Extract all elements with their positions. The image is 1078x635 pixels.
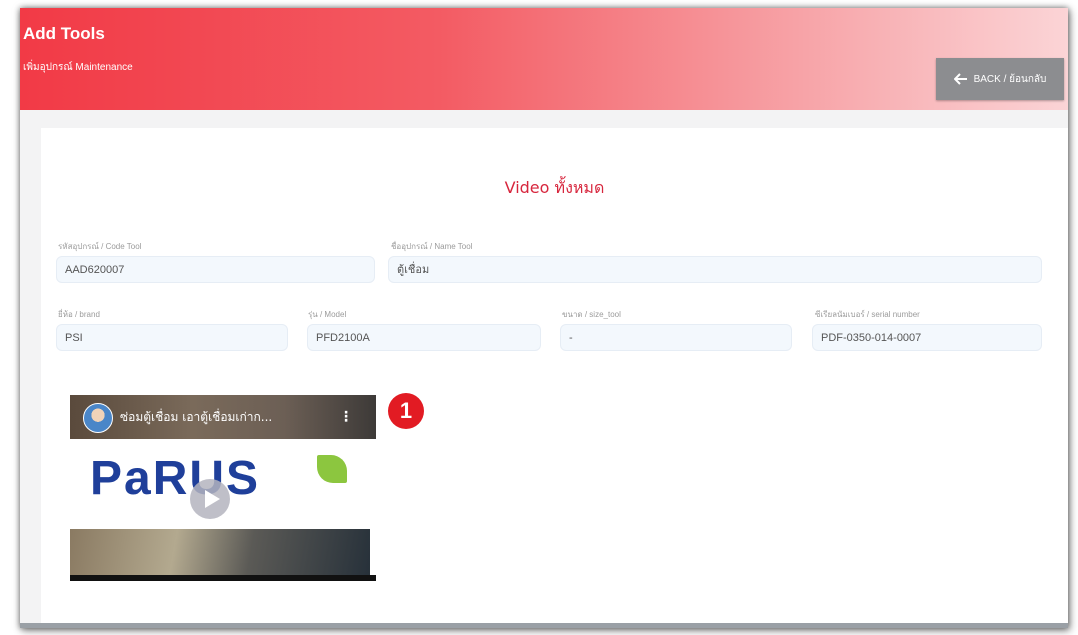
code-tool-label: รหัสอุปกรณ์ / Code Tool bbox=[58, 242, 142, 251]
video-thumbnail[interactable]: ซ่อมตู้เชื่อม เอาตู้เชื่อมเก่าก... ⋮ PaR… bbox=[70, 395, 376, 581]
size-tool-field[interactable]: - bbox=[560, 324, 792, 351]
serial-label: ซีเรียลนัมเบอร์ / serial number bbox=[815, 310, 920, 319]
content-card: Video ทั้งหมด รหัสอุปกรณ์ / Code Tool AA… bbox=[41, 128, 1068, 628]
serial-field[interactable]: PDF-0350-014-0007 bbox=[812, 324, 1042, 351]
brand-field[interactable]: PSI bbox=[56, 324, 288, 351]
annotation-badge: 1 bbox=[388, 393, 424, 429]
brand-label: ยี่ห้อ / brand bbox=[58, 310, 100, 319]
size-tool-label: ขนาด / size_tool bbox=[562, 310, 621, 319]
more-vert-icon[interactable]: ⋮ bbox=[338, 407, 354, 427]
play-button[interactable] bbox=[190, 479, 230, 519]
arrow-left-icon bbox=[953, 73, 967, 85]
video-title: ซ่อมตู้เชื่อม เอาตู้เชื่อมเก่าก... bbox=[120, 410, 273, 424]
back-button-label: BACK / ย้อนกลับ bbox=[973, 73, 1047, 85]
channel-avatar bbox=[83, 403, 113, 433]
back-button[interactable]: BACK / ย้อนกลับ bbox=[936, 58, 1064, 100]
video-title-bar: ซ่อมตู้เชื่อม เอาตู้เชื่อมเก่าก... ⋮ bbox=[70, 395, 376, 439]
code-tool-field[interactable]: AAD620007 bbox=[56, 256, 375, 283]
page-header: Add Tools เพิ่มอุปกรณ์ Maintenance BACK … bbox=[20, 8, 1068, 110]
video-preview-strip bbox=[70, 529, 370, 575]
video-logo: PaRUS bbox=[90, 452, 261, 505]
video-bottom-bar bbox=[70, 575, 376, 581]
logo-leaf bbox=[317, 455, 347, 483]
page-subtitle: เพิ่มอุปกรณ์ Maintenance bbox=[23, 62, 133, 73]
section-title: Video ทั้งหมด bbox=[504, 178, 605, 197]
model-label: รุ่น / Model bbox=[308, 310, 347, 319]
app-frame: Add Tools เพิ่มอุปกรณ์ Maintenance BACK … bbox=[20, 8, 1068, 628]
page-title: Add Tools bbox=[23, 24, 105, 43]
bottom-scroll-strip bbox=[20, 623, 1068, 628]
model-field[interactable]: PFD2100A bbox=[307, 324, 541, 351]
name-tool-label: ชื่ออุปกรณ์ / Name Tool bbox=[391, 242, 473, 251]
name-tool-field[interactable]: ตู้เชื่อม bbox=[388, 256, 1042, 283]
play-icon bbox=[205, 490, 220, 508]
